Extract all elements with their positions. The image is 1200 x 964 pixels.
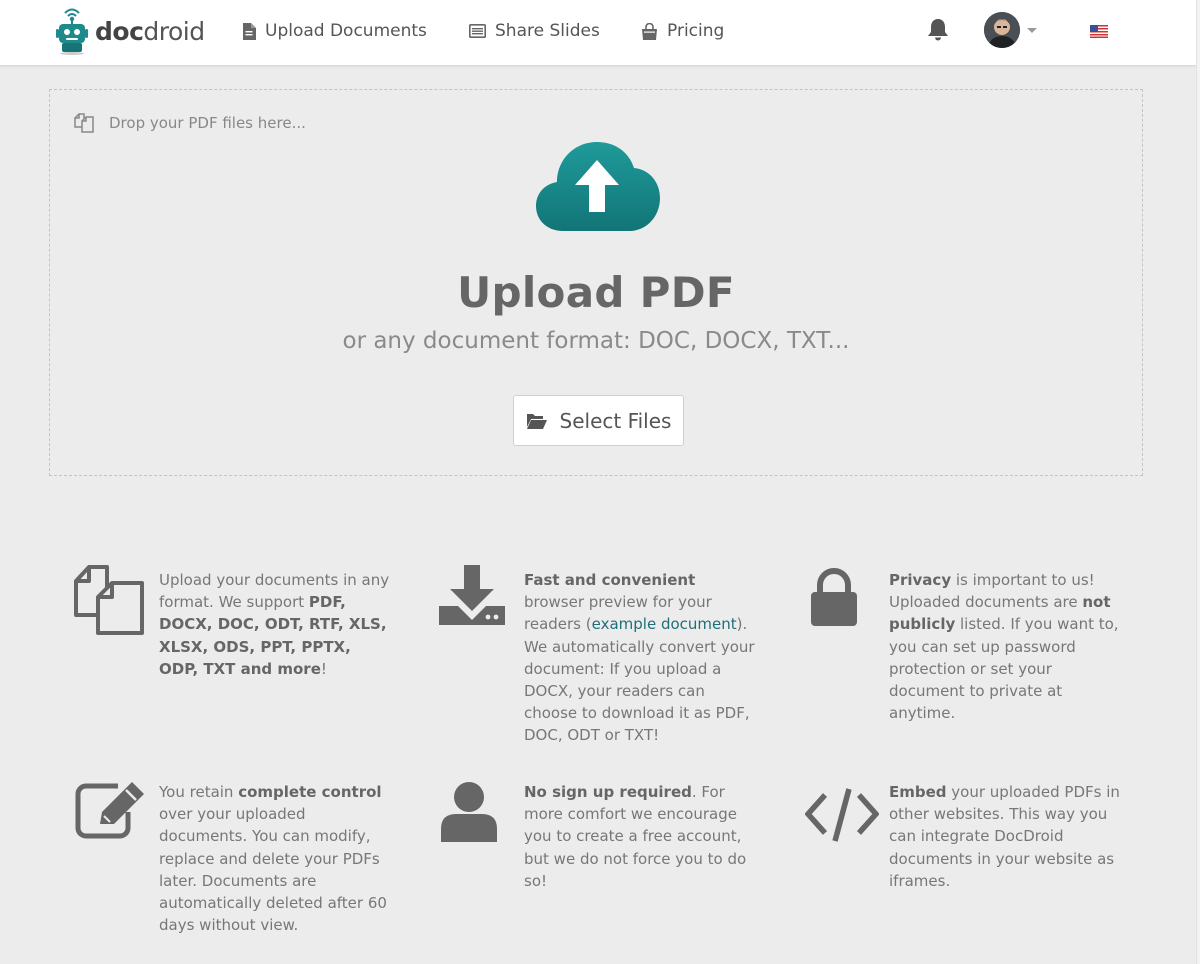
- slides-icon: [469, 24, 486, 38]
- feature-text-part: ). We automatically convert your documen…: [524, 615, 755, 745]
- scrollbar[interactable]: [1196, 0, 1200, 964]
- code-icon: [805, 788, 879, 842]
- feature-emphasis: Privacy: [889, 571, 952, 589]
- feature-text-part: You retain: [159, 783, 239, 801]
- feature-emphasis: complete control: [238, 783, 382, 801]
- copy-icon: [74, 113, 94, 133]
- feature-emphasis: No sign up required: [524, 783, 692, 801]
- feature-text-control: You retain complete control over your up…: [159, 781, 391, 936]
- nav-pricing[interactable]: Pricing: [641, 18, 724, 44]
- nav-pricing-label: Pricing: [667, 21, 725, 41]
- feature-emphasis: Fast and convenient: [524, 571, 696, 589]
- drop-hint: Drop your PDF files here...: [73, 112, 306, 134]
- example-document-link[interactable]: example document: [592, 615, 737, 633]
- document-icon: [243, 22, 256, 40]
- brand-name: docdroid: [95, 16, 205, 46]
- feature-text-part: !: [320, 659, 327, 678]
- folder-open-icon: [526, 413, 547, 429]
- feature-text-part: over your uploaded documents. You can mo…: [159, 805, 387, 935]
- nav-share-slides[interactable]: Share Slides: [469, 18, 600, 44]
- feature-text-part: Upload your documents in any format. We …: [159, 571, 390, 612]
- notifications-bell-icon[interactable]: [927, 18, 949, 46]
- feature-text-privacy: Privacy is important to us! Uploaded doc…: [889, 569, 1121, 724]
- select-files-label: Select Files: [559, 408, 672, 433]
- upload-subtitle: or any document format: DOC, DOCX, TXT..…: [342, 328, 850, 354]
- feature-emphasis: Embed: [889, 783, 947, 801]
- edit-icon: [75, 782, 144, 839]
- brand-logo[interactable]: docdroid: [55, 6, 205, 56]
- chevron-down-icon: [1027, 27, 1037, 33]
- nav-slides-label: Share Slides: [495, 21, 600, 41]
- robot-logo-icon: [56, 8, 88, 55]
- navbar: docdroid Upload Documents Share Slides P…: [0, 0, 1196, 66]
- feature-text-embed: Embed your uploaded PDFs in other websit…: [889, 781, 1121, 892]
- feature-text-preview: Fast and convenient browser preview for …: [524, 569, 756, 747]
- us-flag-icon[interactable]: [1090, 23, 1108, 38]
- shopping-bag-icon: [642, 22, 657, 40]
- cloud-upload-icon: [536, 142, 660, 231]
- upload-dropzone[interactable]: Drop your PDF files here... Upload PDF o…: [49, 89, 1143, 476]
- lock-icon: [811, 568, 857, 626]
- copy-icon: [74, 565, 144, 635]
- nav-upload-documents[interactable]: Upload Documents: [242, 18, 427, 44]
- user-menu[interactable]: [984, 12, 1037, 48]
- upload-title: Upload PDF: [457, 268, 735, 317]
- feature-text-formats: Upload your documents in any format. We …: [159, 569, 391, 680]
- nav-upload-label: Upload Documents: [265, 21, 427, 41]
- avatar: [984, 12, 1020, 48]
- download-icon: [439, 565, 505, 625]
- drop-hint-label: Drop your PDF files here...: [109, 114, 306, 132]
- user-icon: [441, 782, 497, 842]
- feature-text-signup: No sign up required. For more comfort we…: [524, 781, 756, 892]
- select-files-button[interactable]: Select Files: [513, 395, 684, 446]
